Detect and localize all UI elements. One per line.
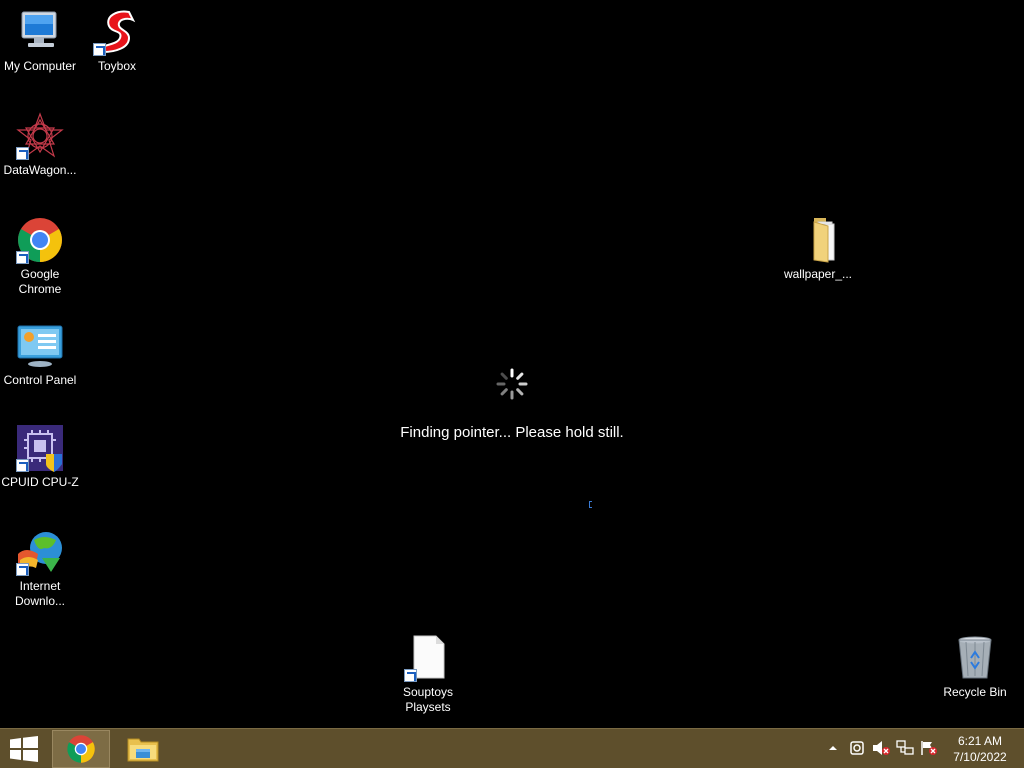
desktop-icon-label: CPUID CPU-Z [1, 475, 79, 489]
desktop-icon-my-computer[interactable]: My Computer [0, 8, 80, 74]
shortcut-arrow-icon [16, 459, 29, 472]
loading-spinner-icon [496, 368, 528, 400]
recycle-bin-icon [951, 634, 999, 682]
shortcut-arrow-icon [16, 251, 29, 264]
internet-download-icon [16, 528, 64, 576]
taskbar-clock[interactable]: 6:21 AM 7/10/2022 [950, 733, 1010, 765]
desktop-icon-control-panel[interactable]: Control Panel [0, 322, 80, 388]
taskbar: 6:21 AM 7/10/2022 [0, 728, 1024, 768]
desktop-icon-label: Internet Downlo... [14, 579, 66, 608]
show-hidden-icons-chevron-icon[interactable] [824, 739, 842, 757]
taskbar-file-explorer-button[interactable] [114, 730, 172, 768]
desktop[interactable]: My Computer Toybox DataWagon... Google C… [0, 0, 1024, 728]
google-chrome-icon [16, 216, 64, 264]
my-computer-icon [16, 8, 64, 56]
desktop-icon-label: Control Panel [3, 373, 77, 387]
network-icon[interactable] [896, 739, 914, 757]
desktop-icon-label: Toybox [97, 59, 137, 73]
desktop-icon-label: Recycle Bin [943, 685, 1007, 699]
chrome-icon [67, 735, 95, 763]
folder-icon [794, 216, 842, 264]
desktop-icon-label: DataWagon... [3, 163, 77, 177]
document-icon [404, 634, 452, 682]
finding-pointer-message: Finding pointer... Please hold still. [400, 424, 624, 441]
desktop-icon-wallpaper-folder[interactable]: wallpaper_... [778, 216, 858, 282]
desktop-icon-souptoys-playsets[interactable]: Souptoys Playsets [388, 634, 468, 715]
cpu-z-icon [16, 424, 64, 472]
desktop-icon-google-chrome[interactable]: Google Chrome [0, 216, 80, 297]
flag-alert-icon[interactable] [920, 739, 938, 757]
clock-time: 6:21 AM [957, 734, 1003, 748]
datawagon-icon [16, 112, 64, 160]
windows-logo-icon [10, 736, 38, 762]
text-cursor-icon [589, 501, 592, 508]
system-tray: 6:21 AM 7/10/2022 [824, 729, 1024, 768]
taskbar-chrome-button[interactable] [52, 730, 110, 768]
app-tray-icon[interactable] [848, 739, 866, 757]
desktop-icon-label: My Computer [3, 59, 77, 73]
shortcut-arrow-icon [16, 147, 29, 160]
desktop-icon-label: wallpaper_... [783, 267, 853, 281]
control-panel-icon [16, 322, 64, 370]
file-explorer-icon [127, 738, 159, 762]
shortcut-arrow-icon [93, 43, 106, 56]
desktop-icon-datawagon[interactable]: DataWagon... [0, 112, 80, 178]
shortcut-arrow-icon [404, 669, 417, 682]
clock-date: 7/10/2022 [953, 750, 1007, 764]
shortcut-arrow-icon [16, 563, 29, 576]
desktop-icon-label: Souptoys Playsets [402, 685, 454, 714]
speaker-muted-icon[interactable] [872, 739, 890, 757]
desktop-icon-recycle-bin[interactable]: Recycle Bin [935, 634, 1015, 700]
toybox-icon [93, 8, 141, 56]
start-button[interactable] [0, 729, 48, 768]
desktop-icon-internet-download[interactable]: Internet Downlo... [0, 528, 80, 609]
desktop-icon-toybox[interactable]: Toybox [77, 8, 157, 74]
desktop-icon-cpu-z[interactable]: CPUID CPU-Z [0, 424, 80, 490]
desktop-icon-label: Google Chrome [18, 267, 62, 296]
